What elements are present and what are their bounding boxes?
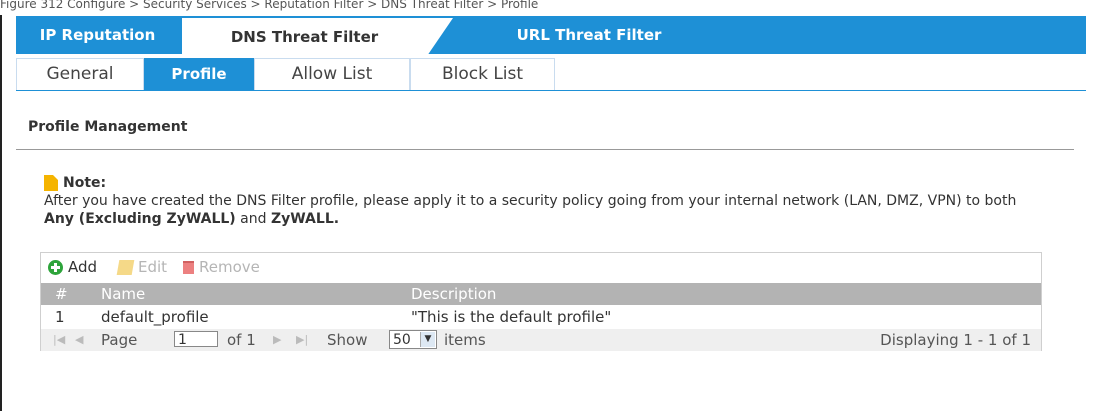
figure-caption: Figure 312 Configure > Security Services…: [0, 0, 539, 11]
subtab-block-list[interactable]: Block List: [410, 58, 555, 90]
row-index: 1: [55, 308, 65, 326]
note-heading-label: Note:: [63, 175, 107, 191]
note-icon: [44, 175, 58, 191]
page-label: Page: [101, 331, 138, 349]
items-label: items: [444, 331, 486, 349]
chevron-down-icon: ▼: [420, 332, 435, 347]
edit-button[interactable]: Edit: [116, 258, 168, 276]
subtab-profile[interactable]: Profile: [144, 58, 254, 90]
section-title: Profile Management: [28, 119, 188, 135]
table-pager: |◀ ◀ Page 1 of 1 ▶ ▶| Show 50 ▼ items Di…: [41, 329, 1041, 351]
page-number-input[interactable]: 1: [174, 331, 218, 348]
table-header-row: # Name Description: [41, 283, 1041, 305]
tab-slope-decoration: [427, 18, 453, 56]
next-page-icon[interactable]: ▶: [273, 329, 281, 351]
table-toolbar: Add Edit Remove: [41, 253, 1041, 283]
add-button[interactable]: Add: [48, 258, 97, 276]
sub-tab-bar: General Profile Allow List Block List: [16, 58, 1086, 91]
show-label: Show: [327, 331, 368, 349]
profile-table: Add Edit Remove # Name Description 1 def…: [40, 252, 1042, 351]
remove-button-label: Remove: [199, 258, 260, 276]
note-text-part1: After you have created the DNS Filter pr…: [44, 193, 1017, 209]
first-page-icon[interactable]: |◀: [53, 329, 65, 351]
note-text-part2: and: [235, 211, 271, 227]
subtab-general[interactable]: General: [16, 58, 144, 90]
section-divider: [16, 149, 1074, 150]
tab-url-threat-filter[interactable]: URL Threat Filter: [474, 16, 704, 54]
remove-button[interactable]: Remove: [183, 258, 260, 276]
add-button-label: Add: [68, 258, 98, 276]
column-header-index[interactable]: #: [55, 283, 68, 305]
note-text-part3: .: [333, 211, 340, 227]
page-of-label: of 1: [227, 331, 256, 349]
note-heading: Note:: [44, 175, 106, 191]
add-icon: [48, 259, 63, 275]
main-tab-bar: IP Reputation DNS Threat Filter URL Thre…: [16, 16, 1086, 56]
note-bold-any: Any (Excluding ZyWALL): [44, 211, 236, 227]
edit-icon: [116, 259, 135, 275]
last-page-icon[interactable]: ▶|: [296, 329, 308, 351]
row-name: default_profile: [101, 308, 209, 326]
page-size-select[interactable]: 50 ▼: [389, 330, 437, 349]
note-text: After you have created the DNS Filter pr…: [44, 192, 1044, 228]
note-bold-zywall: ZyWALL: [270, 211, 334, 227]
column-header-description[interactable]: Description: [411, 283, 496, 305]
page-size-value: 50: [393, 332, 411, 348]
trash-icon: [183, 260, 194, 274]
displaying-count: Displaying 1 - 1 of 1: [880, 331, 1031, 349]
row-description: "This is the default profile": [411, 308, 612, 326]
tab-dns-threat-filter[interactable]: DNS Threat Filter: [182, 16, 453, 56]
table-row[interactable]: 1 default_profile "This is the default p…: [41, 305, 1041, 329]
column-header-name[interactable]: Name: [101, 283, 145, 305]
prev-page-icon[interactable]: ◀: [75, 329, 83, 351]
tab-ip-reputation[interactable]: IP Reputation: [16, 16, 179, 54]
subtab-allow-list[interactable]: Allow List: [254, 58, 410, 90]
tab-dns-threat-filter-label: DNS Threat Filter: [230, 28, 379, 46]
edit-button-label: Edit: [138, 258, 168, 276]
